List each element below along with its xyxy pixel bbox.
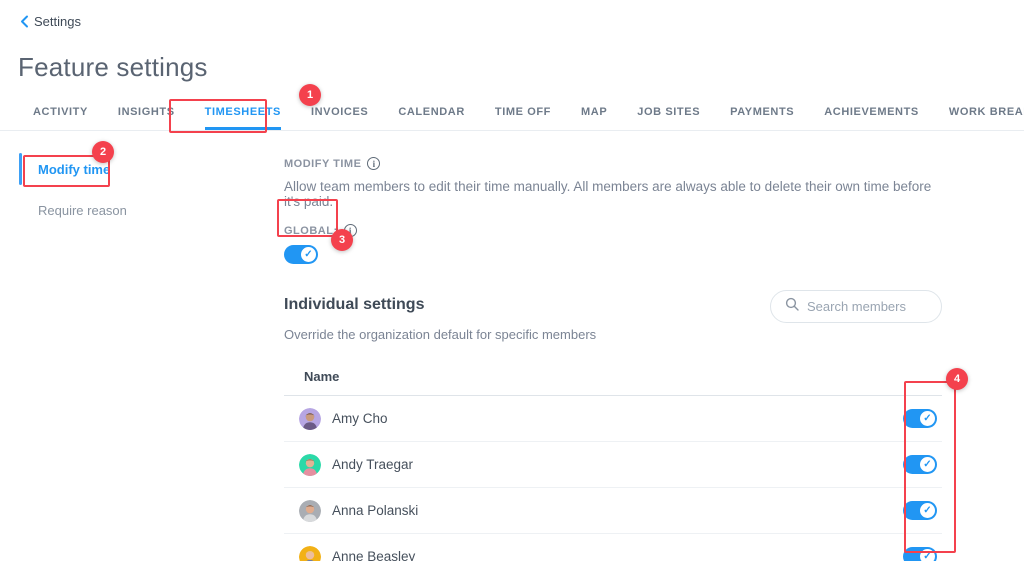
chevron-left-icon xyxy=(20,15,29,28)
members-table: Name Amy Cho ✓ Andy Traegar ✓ Anna Polan… xyxy=(284,369,942,561)
back-link-label: Settings xyxy=(34,14,81,29)
member-toggle[interactable] xyxy=(903,455,937,474)
individual-settings-heading: Individual settings xyxy=(284,296,425,313)
member-name: Anna Polanski xyxy=(332,503,419,518)
table-row: Anne Beasley xyxy=(284,534,942,561)
feature-settings-page: Settings Feature settings ACTIVITY INSIG… xyxy=(0,0,1024,561)
individual-settings-subheading: Override the organization default for sp… xyxy=(284,327,597,342)
table-row: Amy Cho xyxy=(284,396,942,442)
tab-timesheets[interactable]: TIMESHEETS xyxy=(204,106,281,130)
sidebar-item-require-reason[interactable]: Require reason xyxy=(0,194,270,226)
feature-tabs: ACTIVITY INSIGHTS TIMESHEETS INVOICES CA… xyxy=(0,101,1024,131)
info-icon[interactable] xyxy=(343,224,357,237)
tab-job-sites[interactable]: JOB SITES xyxy=(637,106,700,130)
member-name: Anne Beasley xyxy=(332,549,416,561)
avatar xyxy=(299,499,321,522)
avatar xyxy=(299,453,321,476)
global-label: GLOBAL: xyxy=(284,224,338,237)
tab-calendar[interactable]: CALENDAR xyxy=(398,106,465,130)
table-row: Anna Polanski xyxy=(284,488,942,534)
member-name: Andy Traegar xyxy=(332,457,414,472)
member-name: Amy Cho xyxy=(332,411,388,426)
tab-insights[interactable]: INSIGHTS xyxy=(118,106,175,130)
sidebar-item-modify-time[interactable]: Modify time xyxy=(0,153,270,185)
search-icon xyxy=(785,297,799,316)
check-icon xyxy=(301,247,316,262)
back-to-settings-link[interactable]: Settings xyxy=(20,14,81,29)
tab-work-breaks[interactable]: WORK BREAKS xyxy=(949,106,1024,130)
check-icon xyxy=(920,549,935,561)
avatar xyxy=(299,407,321,430)
sidebar-item-label: Modify time xyxy=(38,161,111,177)
sidebar-item-label: Require reason xyxy=(38,202,127,218)
content-area: Modify time Require reason MODIFY TIME A… xyxy=(0,131,1024,561)
info-icon[interactable] xyxy=(367,157,381,170)
check-icon xyxy=(920,503,935,518)
tab-payments[interactable]: PAYMENTS xyxy=(730,106,794,130)
global-toggle[interactable] xyxy=(284,245,318,264)
member-toggle[interactable] xyxy=(903,501,937,520)
tab-map[interactable]: MAP xyxy=(581,106,607,130)
name-column-header: Name xyxy=(284,369,942,396)
section-label: MODIFY TIME xyxy=(284,157,362,170)
table-row: Andy Traegar xyxy=(284,442,942,488)
modify-time-panel: MODIFY TIME Allow team members to edit t… xyxy=(270,131,942,561)
search-members-box[interactable] xyxy=(770,290,942,323)
member-toggle[interactable] xyxy=(903,409,937,428)
tab-achievements[interactable]: ACHIEVEMENTS xyxy=(824,106,919,130)
check-icon xyxy=(920,411,935,426)
timesheets-sidebar: Modify time Require reason xyxy=(0,131,270,561)
individual-settings-header: Individual settings Override the organiz… xyxy=(284,290,596,342)
member-toggle[interactable] xyxy=(903,547,937,561)
tab-time-off[interactable]: TIME OFF xyxy=(495,106,551,130)
check-icon xyxy=(920,457,935,472)
search-members-input[interactable] xyxy=(807,299,927,314)
section-description: Allow team members to edit their time ma… xyxy=(284,179,932,209)
page-title: Feature settings xyxy=(18,52,208,82)
avatar xyxy=(299,545,321,561)
tab-activity[interactable]: ACTIVITY xyxy=(33,106,88,130)
tab-invoices[interactable]: INVOICES xyxy=(311,106,368,130)
